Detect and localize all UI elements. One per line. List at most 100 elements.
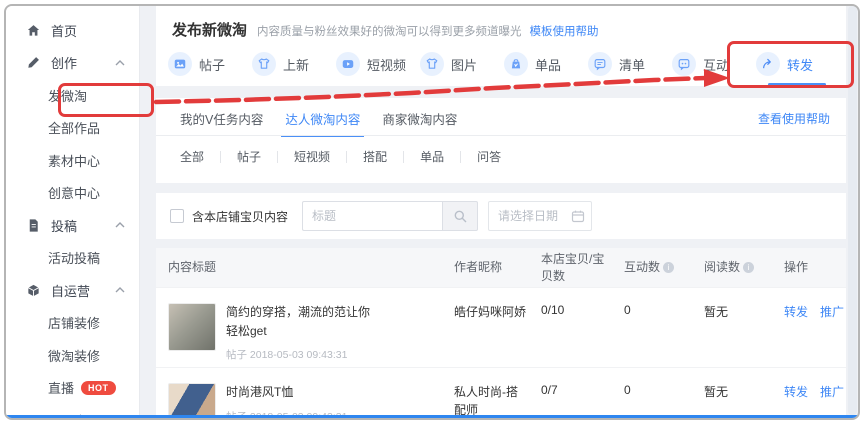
chevron-up-icon (115, 287, 125, 293)
source-card: 我的V任务内容 达人微淘内容 商家微淘内容 查看使用帮助 全部 帖子 短视频 搭… (156, 98, 846, 183)
post-icon (168, 52, 192, 76)
sidebar-item-label: 直播 (48, 378, 74, 397)
col-author: 作者昵称 (454, 259, 541, 275)
filter-single-item[interactable]: 单品 (420, 146, 444, 167)
template-help-link[interactable]: 模板使用帮助 (530, 23, 599, 39)
filter-outfit[interactable]: 搭配 (363, 146, 387, 167)
usage-help-link[interactable]: 查看使用帮助 (758, 110, 830, 127)
sidebar-item-label: 首页 (51, 21, 77, 40)
tab-label: 短视频 (367, 55, 406, 74)
info-icon[interactable] (743, 262, 754, 273)
author-cell: 皓仔妈咪阿娇 (454, 288, 541, 367)
content-type-tabs: 帖子 上新 短视频 图片 (168, 50, 840, 78)
promote-action-link[interactable]: 推广 (820, 303, 844, 367)
date-picker (488, 201, 592, 231)
picture-icon (420, 52, 444, 76)
filter-post[interactable]: 帖子 (237, 146, 261, 167)
sidebar-item-home[interactable]: 首页 (6, 14, 139, 47)
divider (460, 151, 461, 163)
divider (403, 151, 404, 163)
tab-label: 上新 (283, 55, 309, 74)
interact-icon (672, 52, 696, 76)
page-header: 发布新微淘 内容质量与粉丝效果好的微淘可以得到更多频道曝光 模板使用帮助 (156, 6, 846, 40)
sidebar-item-material-center[interactable]: 素材中心 (6, 144, 139, 177)
search-bar: 含本店铺宝贝内容 (156, 193, 846, 239)
tab-label: 清单 (619, 55, 645, 74)
sidebar-item-shop-decoration[interactable]: 店铺装修 (6, 307, 139, 340)
tab-label: 单品 (535, 55, 561, 74)
checkbox-label: 含本店铺宝贝内容 (192, 208, 288, 225)
info-icon[interactable] (663, 262, 674, 273)
sidebar-item-all-works[interactable]: 全部作品 (6, 112, 139, 145)
col-content-title: 内容标题 (168, 259, 454, 275)
sidebar-item-self-operation[interactable]: 自运营 (6, 274, 139, 307)
scrollbar[interactable] (848, 6, 857, 415)
divider (346, 151, 347, 163)
sidebar-item-label: 全部作品 (48, 118, 100, 137)
sidebar-item-label: 投稿 (51, 216, 77, 235)
single-item-icon (504, 52, 528, 76)
tab-my-v-task-content[interactable]: 我的V任务内容 (180, 109, 263, 137)
sidebar-item-label: 发微淘 (48, 86, 87, 105)
divider (156, 135, 846, 136)
sidebar-item-live[interactable]: 直播 HOT (6, 372, 139, 405)
interactions-cell: 0 (624, 368, 704, 420)
sidebar-item-activity-submission[interactable]: 活动投稿 (6, 242, 139, 275)
sidebar-item-label: 店铺装修 (48, 313, 100, 332)
filter-short-video[interactable]: 短视频 (294, 146, 330, 167)
tab-list[interactable]: 清单 (588, 50, 672, 78)
type-filters: 全部 帖子 短视频 搭配 单品 问答 (180, 146, 501, 167)
tab-interact[interactable]: 互动 (672, 50, 756, 78)
tab-label: 转发 (787, 55, 813, 74)
tab-picture[interactable]: 图片 (420, 50, 504, 78)
tab-merchant-weitao-content[interactable]: 商家微淘内容 (382, 109, 457, 137)
filter-all[interactable]: 全部 (180, 146, 204, 167)
hot-badge: HOT (81, 381, 116, 395)
tab-new-arrival[interactable]: 上新 (252, 50, 336, 78)
sidebar-item-submission[interactable]: 投稿 (6, 209, 139, 242)
source-tabs: 我的V任务内容 达人微淘内容 商家微淘内容 (156, 98, 846, 137)
sidebar-item-post-weitao[interactable]: 发微淘 (6, 79, 139, 112)
content-title-cell: 简约的穿搭，潮流的范让你轻松get 帖子 2018-05-03 09:43:31 (168, 288, 454, 367)
sidebar-item-create[interactable]: 创作 (6, 47, 139, 80)
tab-post[interactable]: 帖子 (168, 50, 252, 78)
content-table: 内容标题 作者昵称 本店宝贝/宝贝数 互动数 阅读数 操作 简约的穿搭，潮流的范… (156, 248, 846, 418)
sidebar-item-creative-center[interactable]: 创意中心 (6, 177, 139, 210)
author-cell: 私人时尚-搭配师 (454, 368, 541, 420)
weitao-admin-window: 首页 创作 发微淘 全部作品 素材中心 创意中心 投稿 (4, 4, 860, 420)
page-title: 发布新微淘 (172, 19, 247, 40)
forward-action-link[interactable]: 转发 (784, 303, 808, 367)
shop-items-cell: 0/10 (541, 288, 624, 367)
divider (220, 151, 221, 163)
include-shop-items-checkbox[interactable] (170, 209, 184, 223)
forward-icon (756, 52, 780, 76)
table-row: 时尚港风T恤 帖子 2018-05-03 09:43:31 私人时尚-搭配师 0… (156, 367, 846, 420)
col-shop-items: 本店宝贝/宝贝数 (541, 251, 624, 283)
tab-forward[interactable]: 转发 (756, 50, 840, 78)
search-icon (453, 209, 468, 224)
shop-items-cell: 0/7 (541, 368, 624, 420)
pen-icon (26, 55, 41, 70)
sidebar-item-weitao-decoration[interactable]: 微淘装修 (6, 339, 139, 372)
interactions-cell: 0 (624, 288, 704, 367)
reads-cell: 暂无 (704, 368, 784, 420)
document-icon (26, 218, 41, 233)
new-arrival-icon (252, 52, 276, 76)
tab-label: 帖子 (199, 55, 225, 74)
tab-short-video[interactable]: 短视频 (336, 50, 420, 78)
sidebar-item-label: 素材中心 (48, 151, 100, 170)
title-search-input[interactable] (302, 201, 442, 231)
tab-single-item[interactable]: 单品 (504, 50, 588, 78)
actions-cell: 转发 推广 (784, 368, 846, 420)
tab-daren-weitao-content[interactable]: 达人微淘内容 (285, 109, 360, 137)
table-row: 简约的穿搭，潮流的范让你轻松get 帖子 2018-05-03 09:43:31… (156, 287, 846, 367)
filter-qa[interactable]: 问答 (477, 146, 501, 167)
col-interactions: 互动数 (624, 259, 704, 275)
content-title: 时尚港风T恤 (226, 383, 378, 402)
table-header: 内容标题 作者昵称 本店宝贝/宝贝数 互动数 阅读数 操作 (156, 248, 846, 287)
calendar-icon (571, 209, 585, 223)
search-button[interactable] (442, 201, 478, 231)
window-bottom-edge (6, 415, 858, 418)
col-actions: 操作 (784, 259, 846, 275)
list-icon (588, 52, 612, 76)
